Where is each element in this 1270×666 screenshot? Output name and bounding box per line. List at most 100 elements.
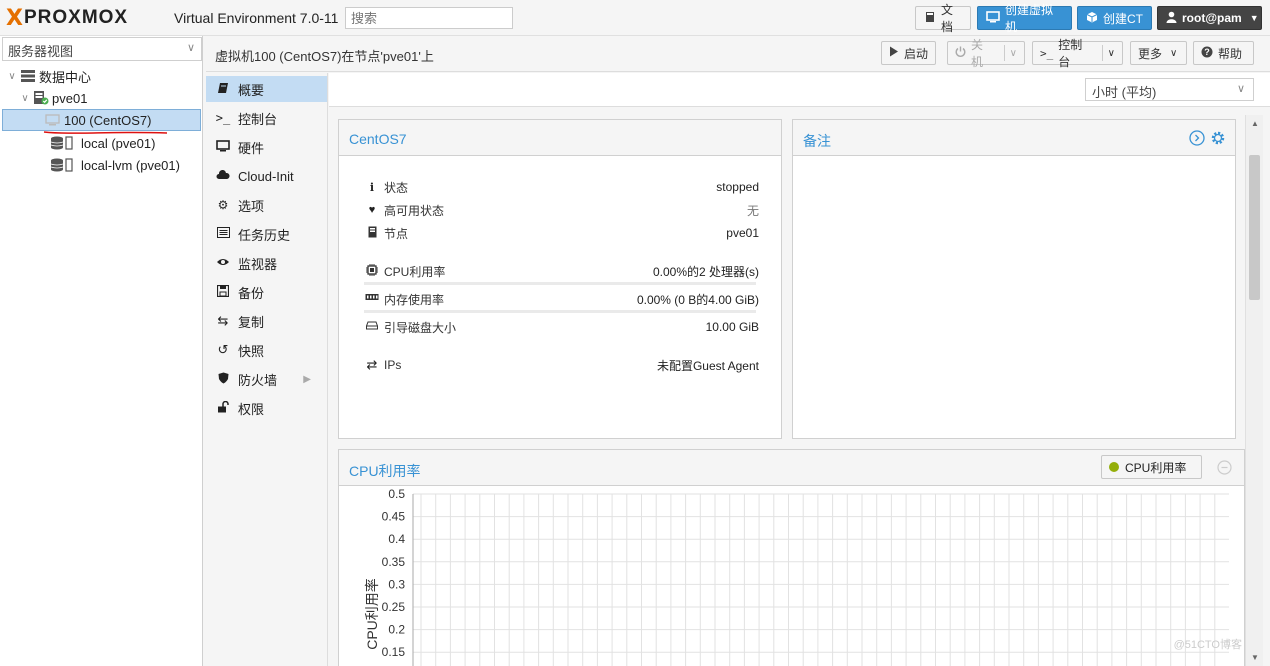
status-row-value: 10.00 GiB (705, 320, 759, 334)
status-panel-title: CentOS7 (349, 131, 407, 147)
storage-icon (50, 158, 73, 172)
notes-panel-title: 备注 (803, 133, 831, 149)
info-icon: i (369, 180, 375, 194)
docs-button[interactable]: 文档 (915, 3, 971, 34)
more-label: 更多 (1138, 46, 1163, 61)
nav-item-firewall[interactable]: 防火墙 ▶ (206, 366, 327, 392)
eye-icon (212, 256, 234, 270)
y-tick-label: 0.25 (382, 600, 406, 614)
start-button[interactable]: 启动 (881, 41, 937, 65)
gear-icon[interactable] (1210, 130, 1226, 149)
cpu-legend-toggle[interactable]: CPU利用率 (1101, 455, 1202, 479)
nav-item-permissions[interactable]: 权限 (206, 395, 327, 421)
status-panel-header: CentOS7 (339, 120, 781, 156)
nav-item-label: 防火墙 (238, 372, 278, 388)
terminal-icon: >_ (1040, 46, 1054, 60)
collapse-icon[interactable] (1217, 460, 1232, 478)
notes-panel: 备注 (792, 119, 1236, 439)
status-row-value: 0.00%的2 处理器(s) (652, 264, 759, 279)
nav-item-hardware[interactable]: 硬件 (206, 134, 327, 160)
console-button[interactable]: >_ 控制台 ∨ (1032, 38, 1123, 69)
unlock-icon (212, 400, 234, 416)
status-row-label: CPU利用率 (384, 264, 446, 279)
nav-item-backup[interactable]: 备份 (206, 279, 327, 305)
shutdown-label: 关机 (971, 38, 984, 69)
tree-item-storage-local[interactable]: local (pve01) (2, 132, 201, 154)
nav-item-label: 权限 (238, 401, 265, 417)
expand-arrow-icon[interactable]: ∨ (7, 71, 17, 82)
nav-item-label: 选项 (238, 198, 265, 214)
tree-item-node-pve01[interactable]: ∨ pve01 (2, 87, 201, 109)
create-vm-button[interactable]: 创建虚拟机 (977, 3, 1072, 34)
console-label: 控制台 (1058, 38, 1083, 69)
status-row-cpu: CPU利用率 0.00%的2 处理器(s) (364, 261, 759, 281)
logo-x-mark: X (6, 5, 23, 31)
content-scrollbar[interactable]: ▲ ▼ (1245, 115, 1263, 666)
nav-item-monitor[interactable]: 监视器 (206, 250, 327, 276)
scroll-thumb[interactable] (1249, 155, 1260, 300)
status-row-state: i 状态 stopped (364, 177, 759, 197)
power-icon (955, 46, 966, 60)
status-row-label: 高可用状态 (384, 203, 445, 218)
chevron-down-icon[interactable]: ∨ (1010, 48, 1017, 59)
vm-status-panel: CentOS7 i 状态 stopped ♥ 高可用状态 无 节点 pve01 … (338, 119, 782, 439)
help-button[interactable]: ? 帮助 (1193, 41, 1254, 65)
chevron-right-icon: ▶ (303, 373, 311, 385)
legend-color-dot (1109, 462, 1119, 472)
cpu-icon (364, 263, 380, 279)
nav-item-summary[interactable]: 概要 (206, 76, 327, 102)
datacenter-icon (20, 69, 36, 83)
hdd-icon (364, 321, 380, 333)
tree-item-storage-local-lvm[interactable]: local-lvm (pve01) (2, 154, 201, 176)
view-selector[interactable]: 服务器视图 ∨ (2, 37, 202, 61)
scroll-up-icon[interactable]: ▲ (1251, 119, 1259, 128)
chevron-down-icon[interactable]: ∨ (1108, 48, 1115, 59)
nav-item-label: 备份 (238, 285, 265, 301)
proxmox-logo[interactable]: X PROXMOX (6, 5, 128, 31)
nav-item-snapshots[interactable]: ↺ 快照 (206, 337, 327, 363)
timeframe-value: 小时 (平均) (1092, 85, 1157, 100)
user-menu-button[interactable]: root@pam ▼ (1157, 6, 1262, 30)
nav-item-task-history[interactable]: 任务历史 (206, 221, 327, 247)
y-tick-label: 0.45 (382, 510, 406, 524)
expand-arrow-icon[interactable]: ∨ (20, 93, 30, 104)
tree-item-datacenter[interactable]: ∨ 数据中心 (2, 65, 201, 87)
status-row-label: 状态 (384, 180, 409, 195)
collapse-icon[interactable] (1189, 130, 1205, 149)
vm-nav-menu: 概要 >_ 控制台 硬件 Cloud-Init ⚙ 选项 任务历史 监视器 备份… (206, 73, 328, 666)
status-row-label: 引导磁盘大小 (384, 320, 457, 335)
server-icon (364, 226, 380, 241)
tree-item-label: 数据中心 (39, 69, 92, 85)
watermark: @51CTO博客 (1173, 639, 1242, 651)
y-tick-label: 0.15 (382, 645, 406, 659)
page-title: 虚拟机100 (CentOS7)在节点'pve01'上 (215, 49, 434, 64)
create-vm-label: 创建虚拟机 (1005, 3, 1054, 34)
search-input[interactable] (345, 7, 513, 29)
scroll-down-icon[interactable]: ▼ (1251, 653, 1259, 662)
status-row-value: stopped (716, 180, 759, 194)
status-row-node: 节点 pve01 (364, 223, 759, 243)
cpu-usage-chart: CPU利用率 0.5 0.45 0.4 0.35 0.3 0.25 0.2 0.15 (364, 487, 1229, 666)
status-row-label: 节点 (384, 226, 409, 241)
y-tick-label: 0.2 (388, 623, 405, 637)
nav-item-options[interactable]: ⚙ 选项 (206, 192, 327, 218)
nav-item-cloud-init[interactable]: Cloud-Init (206, 163, 327, 189)
nav-item-console[interactable]: >_ 控制台 (206, 105, 327, 131)
create-ct-button[interactable]: 创建CT (1077, 6, 1152, 30)
desktop-icon (212, 139, 234, 155)
status-row-memory: 内存使用率 0.00% (0 B的4.00 GiB) (364, 289, 759, 309)
nav-item-replication[interactable]: ⇆ 复制 (206, 308, 327, 334)
cube-icon (1086, 11, 1098, 26)
shutdown-button[interactable]: 关机 ∨ (947, 38, 1025, 69)
nav-item-label: 概要 (238, 82, 265, 98)
view-selector-value: 服务器视图 (8, 44, 74, 59)
timeframe-selector[interactable]: 小时 (平均) ∨ (1085, 78, 1254, 101)
content-title-bar: 虚拟机100 (CentOS7)在节点'pve01'上 启动 关机 ∨ >_ 控… (206, 36, 1270, 72)
chevron-down-icon: ∨ (1236, 83, 1245, 95)
more-button[interactable]: 更多 ∨ (1130, 41, 1187, 65)
status-row-value: pve01 (726, 226, 759, 240)
memory-usage-bar (364, 310, 756, 313)
summary-content: 小时 (平均) ∨ CentOS7 i 状态 stopped ♥ 高可用状态 无… (329, 73, 1270, 666)
exchange-icon: ⇄ (366, 357, 378, 372)
tree-item-label: pve01 (52, 90, 88, 106)
